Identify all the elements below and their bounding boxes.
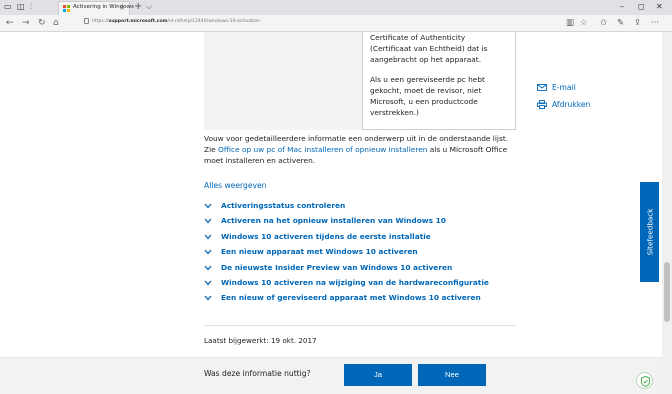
tab-manager-icon[interactable]: ▭ xyxy=(4,2,12,12)
url-host: support.microsoft.com xyxy=(108,19,168,24)
topic-label: Een nieuw apparaat met Windows 10 active… xyxy=(221,247,418,257)
chevron-down-icon xyxy=(204,265,212,271)
email-label: E-mail xyxy=(552,83,576,92)
topic-item[interactable]: Windows 10 activeren na wijziging van de… xyxy=(204,277,534,292)
title-bar: ▭ ◫ ⫶ Activering in Windows × + ⌵ – ◻ ✕ xyxy=(0,0,672,15)
topic-item[interactable]: Windows 10 activeren tijdens de eerste i… xyxy=(204,231,534,246)
mail-icon xyxy=(537,84,547,91)
divider xyxy=(204,325,516,326)
site-feedback-button[interactable]: Sitefeedback xyxy=(640,182,659,282)
chevron-down-icon xyxy=(204,295,212,301)
share-icon[interactable]: ⇪ xyxy=(634,17,641,29)
minimize-button[interactable]: – xyxy=(620,1,624,13)
tab-preview-chevron-icon[interactable]: ⌵ xyxy=(146,1,152,13)
feedback-question: Was deze informatie nuttig? xyxy=(204,369,311,378)
office-install-link[interactable]: Office op uw pc of Mac installeren of op… xyxy=(218,145,427,154)
favorites-icon[interactable]: ✩ xyxy=(600,17,607,29)
reading-view-icon[interactable]: ▥ xyxy=(566,17,574,29)
scrollbar-thumb[interactable] xyxy=(664,262,670,322)
url-path: /nl-nl/help/12440/windows-10-activation xyxy=(167,19,260,24)
last-updated: Laatst bijgewerkt: 19 okt. 2017 xyxy=(204,336,317,345)
microsoft-logo-icon xyxy=(63,5,70,12)
print-label: Afdrukken xyxy=(552,100,591,109)
scrollbar[interactable] xyxy=(662,32,672,394)
table-label-cell xyxy=(204,32,362,130)
topic-label: Een nieuw of gereviseerd apparaat met Wi… xyxy=(221,293,481,303)
topic-label: Windows 10 activeren tijdens de eerste i… xyxy=(221,231,431,241)
topic-item[interactable]: Activeren na het opnieuw installeren van… xyxy=(204,215,534,230)
yes-button[interactable]: Ja xyxy=(344,364,412,386)
print-link[interactable]: Afdrukken xyxy=(537,98,590,111)
chevron-down-icon xyxy=(204,234,212,240)
site-feedback-label: Sitefeedback xyxy=(645,208,654,256)
home-icon[interactable]: ⌂ xyxy=(53,17,59,29)
chevron-down-icon xyxy=(204,249,212,255)
topic-list: Activeringsstatus controleren Activeren n… xyxy=(204,200,534,308)
tab-activation[interactable]: Activering in Windows × xyxy=(58,1,134,15)
new-tab-button[interactable]: + xyxy=(134,1,142,13)
privacy-shield-button[interactable] xyxy=(636,372,653,389)
show-all-link[interactable]: Alles weergeven xyxy=(204,181,266,190)
topic-label: Windows 10 activeren na wijziging van de… xyxy=(221,277,489,287)
topic-label: Activeren na het opnieuw installeren van… xyxy=(221,216,446,226)
refresh-icon[interactable]: ↻ xyxy=(38,17,46,29)
feedback-bar: Was deze informatie nuttig? Ja Nee xyxy=(0,357,662,394)
chevron-down-icon xyxy=(204,280,212,286)
topic-item[interactable]: Activeringsstatus controleren xyxy=(204,200,534,215)
topic-label: De nieuwste Insider Preview van Windows … xyxy=(221,262,453,272)
cert-text: Certificate of Authenticity (Certificaat… xyxy=(370,33,488,64)
url-prefix: https:// xyxy=(92,19,109,24)
topic-item[interactable]: Een nieuw of gereviseerd apparaat met Wi… xyxy=(204,292,534,307)
forward-arrow-icon[interactable]: → xyxy=(22,17,30,29)
set-tabs-aside-icon[interactable]: ⫶ xyxy=(30,2,32,12)
pen-icon[interactable]: ✎ xyxy=(617,17,624,29)
topic-item[interactable]: De nieuwste Insider Preview van Windows … xyxy=(204,262,534,277)
more-icon[interactable]: ··· xyxy=(651,17,659,29)
no-button[interactable]: Nee xyxy=(418,364,486,386)
tabs-aside-icon[interactable]: ◫ xyxy=(17,2,25,12)
lock-icon xyxy=(84,18,89,24)
topic-label: Activeringsstatus controleren xyxy=(221,201,346,210)
page-content: Certificate of Authenticity (Certificaat… xyxy=(0,32,672,394)
chevron-down-icon xyxy=(204,203,212,209)
tab-close-icon[interactable]: × xyxy=(119,4,125,12)
email-link[interactable]: E-mail xyxy=(537,81,590,94)
address-bar-row: ← → ↻ ⌂ https://support.microsoft.com/nl… xyxy=(0,15,672,32)
restore-button[interactable]: ◻ xyxy=(638,1,645,13)
star-icon[interactable]: ☆ xyxy=(580,17,588,29)
refurbished-note: Als u een gereviseerde pc hebt gekocht, … xyxy=(370,75,485,117)
topic-item[interactable]: Een nieuw apparaat met Windows 10 active… xyxy=(204,246,534,261)
close-window-button[interactable]: ✕ xyxy=(656,1,663,13)
intro-paragraph: Vouw voor gedetailleerdere informatie ee… xyxy=(204,133,518,166)
url-field[interactable]: https://support.microsoft.com/nl-nl/help… xyxy=(92,19,260,24)
share-links: E-mail Afdrukken xyxy=(537,81,590,115)
shield-icon xyxy=(641,375,650,388)
chevron-down-icon xyxy=(204,218,212,224)
table-value-cell: Certificate of Authenticity (Certificaat… xyxy=(362,32,516,130)
back-arrow-icon[interactable]: ← xyxy=(6,17,14,29)
printer-icon xyxy=(537,100,547,109)
